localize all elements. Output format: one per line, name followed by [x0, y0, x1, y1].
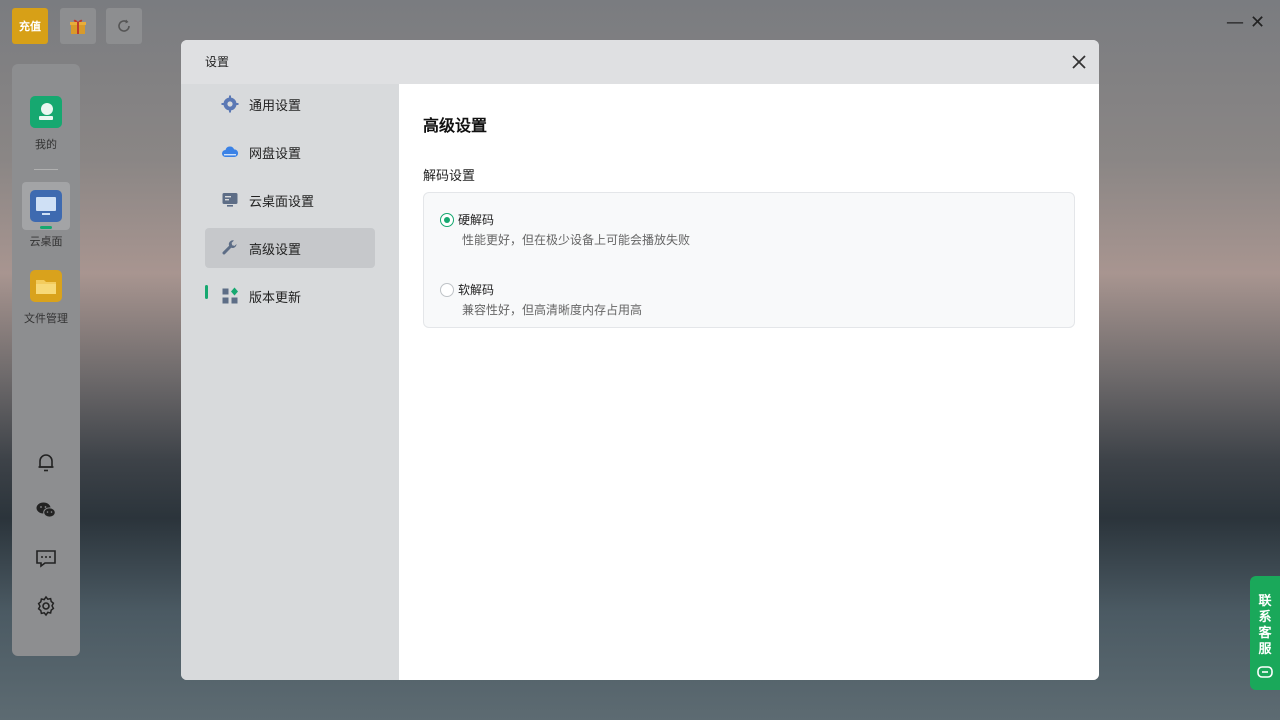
- minimize-button[interactable]: —: [1226, 14, 1244, 32]
- side-dock: 我的 云桌面 文件管理: [12, 64, 80, 656]
- nav-item-version-update[interactable]: 版本更新: [205, 276, 375, 316]
- gift-button[interactable]: [60, 8, 96, 44]
- nav-item-cloud-desktop[interactable]: 云桌面设置: [205, 180, 375, 220]
- option-description: 兼容性好，但高清晰度内存占用高: [462, 303, 643, 317]
- dock-active-indicator: [40, 226, 52, 229]
- desktop-icon: [222, 193, 238, 207]
- settings-dialog: 设置 通用设置 网盘设置 云桌面设置 高级设置 版本更新 高级设置 解码设置 硬…: [181, 40, 1099, 680]
- dock-item-cloud-desktop[interactable]: 云桌面: [12, 190, 80, 249]
- recharge-button[interactable]: 充值: [12, 8, 48, 44]
- nav-item-netdisk[interactable]: 网盘设置: [205, 132, 375, 172]
- dialog-header: 设置: [181, 40, 1099, 84]
- user-profile-icon: [30, 96, 62, 128]
- content-title: 高级设置: [423, 116, 488, 135]
- nav-item-label: 版本更新: [249, 290, 302, 306]
- wechat-icon[interactable]: [34, 498, 58, 522]
- radio-button[interactable]: [440, 213, 454, 227]
- dock-divider: [34, 169, 58, 170]
- nav-item-advanced[interactable]: 高级设置: [205, 228, 375, 268]
- nav-item-label: 通用设置: [249, 98, 302, 114]
- nav-item-label: 云桌面设置: [249, 194, 315, 210]
- dock-item-label: 文件管理: [24, 312, 68, 325]
- refresh-icon: [118, 19, 130, 32]
- section-title: 解码设置: [423, 169, 476, 184]
- nav-item-general[interactable]: 通用设置: [205, 84, 375, 124]
- wrench-icon: [222, 240, 237, 255]
- dock-item-label: 我的: [35, 138, 57, 151]
- chat-bubble-icon: [1257, 666, 1273, 678]
- settings-icon[interactable]: [34, 594, 58, 618]
- refresh-button[interactable]: [106, 8, 142, 44]
- radio-button[interactable]: [440, 283, 454, 297]
- settings-nav: 通用设置 网盘设置 云桌面设置 高级设置 版本更新: [181, 84, 399, 680]
- monitor-icon: [30, 190, 62, 222]
- option-label: 硬解码: [458, 213, 495, 227]
- settings-content: 高级设置 解码设置 硬解码 性能更好，但在极少设备上可能会播放失败 软解码 兼容…: [399, 84, 1099, 680]
- close-icon[interactable]: [1069, 52, 1089, 72]
- contact-label: 联系客服: [1258, 594, 1272, 657]
- contact-support-button[interactable]: 联系客服: [1250, 576, 1280, 690]
- window-close-button[interactable]: ✕: [1250, 14, 1265, 32]
- bell-icon[interactable]: [34, 450, 58, 474]
- gift-icon: [70, 19, 86, 34]
- option-label: 软解码: [458, 283, 495, 297]
- dock-item-mine[interactable]: 我的: [12, 96, 80, 152]
- dock-item-files[interactable]: 文件管理: [12, 270, 80, 326]
- recharge-label: 充值: [19, 20, 41, 33]
- dock-item-label: 云桌面: [29, 235, 63, 248]
- option-description: 性能更好，但在极少设备上可能会播放失败: [462, 233, 691, 247]
- gear-icon: [221, 95, 239, 113]
- nav-item-label: 网盘设置: [249, 146, 302, 162]
- folder-icon: [30, 270, 62, 302]
- cloud-icon: [222, 146, 239, 157]
- apps-icon: [222, 287, 238, 304]
- dialog-title: 设置: [205, 55, 230, 69]
- feedback-icon[interactable]: [34, 546, 58, 570]
- nav-item-label: 高级设置: [249, 242, 302, 258]
- decode-options: 硬解码 性能更好，但在极少设备上可能会播放失败 软解码 兼容性好，但高清晰度内存…: [423, 192, 1075, 328]
